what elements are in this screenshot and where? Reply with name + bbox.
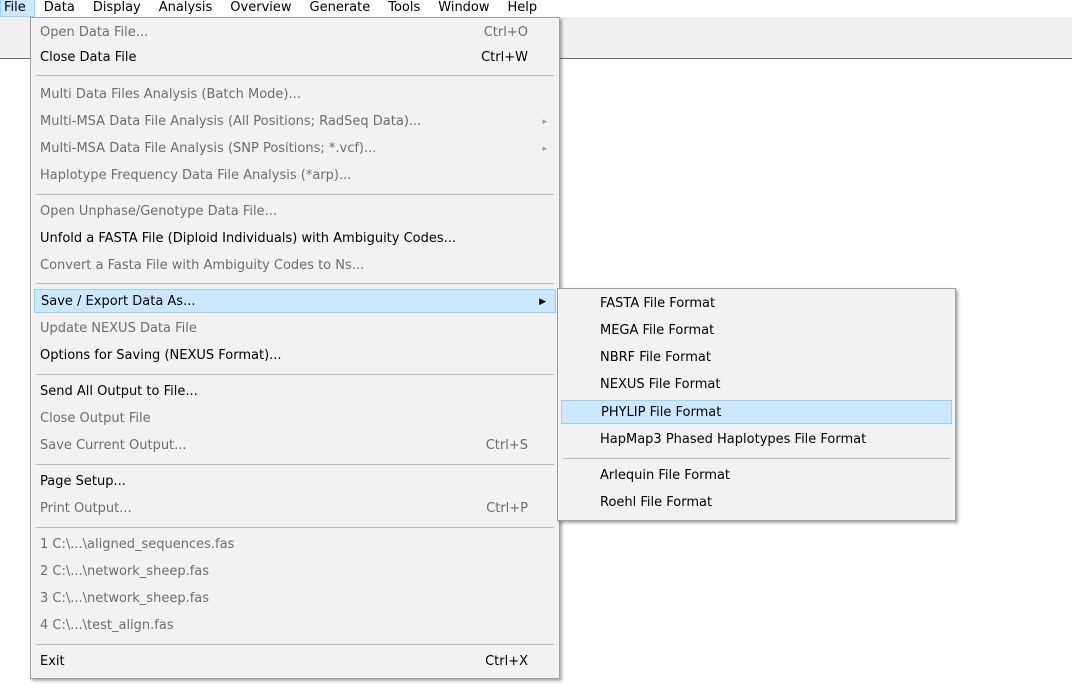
multi-msa-all-label: Multi-MSA Data File Analysis (All Positi… xyxy=(40,114,422,129)
print-output-label: Print Output... xyxy=(40,501,132,516)
save-current-output-label: Save Current Output... xyxy=(40,438,187,453)
export-hapmap3-item[interactable]: HapMap3 Phased Haplotypes File Format xyxy=(561,428,952,452)
menu-tools[interactable]: Tools xyxy=(379,0,429,17)
update-nexus-label: Update NEXUS Data File xyxy=(40,321,197,336)
open-unphase-label: Open Unphase/Genotype Data File... xyxy=(40,204,277,219)
menu-separator xyxy=(36,194,554,195)
menu-separator xyxy=(36,75,554,76)
save-export-label: Save / Export Data As... xyxy=(41,294,196,309)
open-data-file-item[interactable]: Open Data File... Ctrl+O xyxy=(34,21,556,45)
menu-analysis[interactable]: Analysis xyxy=(150,0,222,17)
recent-file-item[interactable]: 3 C:\...\network_sheep.fas xyxy=(34,587,556,611)
convert-fasta-item[interactable]: Convert a Fasta File with Ambiguity Code… xyxy=(34,254,556,278)
recent-file-label: 1 C:\...\aligned_sequences.fas xyxy=(40,537,235,552)
export-mega-item[interactable]: MEGA File Format xyxy=(561,319,952,343)
menu-separator xyxy=(36,283,554,284)
menu-help[interactable]: Help xyxy=(499,0,547,17)
export-submenu: FASTA File Format MEGA File Format NBRF … xyxy=(557,288,956,521)
options-saving-item[interactable]: Options for Saving (NEXUS Format)... xyxy=(34,344,556,368)
multi-msa-snp-item[interactable]: Multi-MSA Data File Analysis (SNP Positi… xyxy=(34,137,556,161)
menu-generate[interactable]: Generate xyxy=(301,0,380,17)
file-menu-dropdown: Open Data File... Ctrl+O Close Data File… xyxy=(30,17,560,679)
unfold-fasta-item[interactable]: Unfold a FASTA File (Diploid Individuals… xyxy=(34,227,556,251)
multi-msa-all-item[interactable]: Multi-MSA Data File Analysis (All Positi… xyxy=(34,110,556,134)
menu-window[interactable]: Window xyxy=(429,0,498,17)
save-current-output-item[interactable]: Save Current Output... Ctrl+S xyxy=(34,434,556,458)
options-saving-label: Options for Saving (NEXUS Format)... xyxy=(40,348,282,363)
menu-separator xyxy=(563,458,950,459)
multi-data-files-item[interactable]: Multi Data Files Analysis (Batch Mode)..… xyxy=(34,83,556,107)
print-output-item[interactable]: Print Output... Ctrl+P xyxy=(34,497,556,521)
export-roehl-label: Roehl File Format xyxy=(600,495,713,510)
export-nexus-label: NEXUS File Format xyxy=(600,377,721,392)
export-arlequin-item[interactable]: Arlequin File Format xyxy=(561,464,952,488)
open-unphase-item[interactable]: Open Unphase/Genotype Data File... xyxy=(34,200,556,224)
submenu-arrow-icon: ▶ xyxy=(539,297,546,307)
menu-overview[interactable]: Overview xyxy=(221,0,300,17)
open-data-file-label: Open Data File... xyxy=(40,25,149,40)
send-output-item[interactable]: Send All Output to File... xyxy=(34,380,556,404)
menu-data[interactable]: Data xyxy=(35,0,84,17)
export-fasta-item[interactable]: FASTA File Format xyxy=(561,292,952,316)
menu-file[interactable]: File xyxy=(0,0,35,17)
exit-label: Exit xyxy=(40,654,65,669)
export-hapmap3-label: HapMap3 Phased Haplotypes File Format xyxy=(600,432,867,447)
update-nexus-item[interactable]: Update NEXUS Data File xyxy=(34,317,556,341)
close-data-file-item[interactable]: Close Data File Ctrl+W xyxy=(34,46,556,70)
export-nexus-item[interactable]: NEXUS File Format xyxy=(561,373,952,397)
unfold-fasta-label: Unfold a FASTA File (Diploid Individuals… xyxy=(40,231,457,246)
haplotype-freq-label: Haplotype Frequency Data File Analysis (… xyxy=(40,168,352,183)
export-fasta-label: FASTA File Format xyxy=(600,296,716,311)
menu-display[interactable]: Display xyxy=(84,0,150,17)
submenu-arrow-icon: ▸ xyxy=(542,144,547,154)
export-mega-label: MEGA File Format xyxy=(600,323,715,338)
menu-bar: File Data Display Analysis Overview Gene… xyxy=(0,0,1072,17)
save-current-output-shortcut: Ctrl+S xyxy=(485,438,528,453)
export-roehl-item[interactable]: Roehl File Format xyxy=(561,491,952,515)
page-setup-item[interactable]: Page Setup... xyxy=(34,470,556,494)
menu-separator xyxy=(36,464,554,465)
submenu-arrow-icon: ▸ xyxy=(542,117,547,127)
page-setup-label: Page Setup... xyxy=(40,474,126,489)
haplotype-freq-item[interactable]: Haplotype Frequency Data File Analysis (… xyxy=(34,164,556,188)
convert-fasta-label: Convert a Fasta File with Ambiguity Code… xyxy=(40,258,365,273)
menu-separator xyxy=(36,374,554,375)
menu-separator xyxy=(36,644,554,645)
close-output-label: Close Output File xyxy=(40,411,151,426)
recent-file-item[interactable]: 2 C:\...\network_sheep.fas xyxy=(34,560,556,584)
recent-file-item[interactable]: 4 C:\...\test_align.fas xyxy=(34,614,556,638)
recent-file-label: 3 C:\...\network_sheep.fas xyxy=(40,591,210,606)
exit-item[interactable]: Exit Ctrl+X xyxy=(34,650,556,674)
recent-file-label: 4 C:\...\test_align.fas xyxy=(40,618,174,633)
close-data-file-shortcut: Ctrl+W xyxy=(481,50,528,65)
open-data-file-shortcut: Ctrl+O xyxy=(483,25,528,40)
save-export-item[interactable]: Save / Export Data As... ▶ xyxy=(34,289,556,313)
export-phylip-label: PHYLIP File Format xyxy=(601,405,722,420)
close-data-file-label: Close Data File xyxy=(40,50,137,65)
send-output-label: Send All Output to File... xyxy=(40,384,198,399)
menu-separator xyxy=(36,527,554,528)
exit-shortcut: Ctrl+X xyxy=(485,654,528,669)
close-output-item[interactable]: Close Output File xyxy=(34,407,556,431)
export-arlequin-label: Arlequin File Format xyxy=(600,468,731,483)
print-output-shortcut: Ctrl+P xyxy=(486,501,528,516)
export-phylip-item[interactable]: PHYLIP File Format xyxy=(561,400,952,424)
multi-msa-snp-label: Multi-MSA Data File Analysis (SNP Positi… xyxy=(40,141,377,156)
export-nbrf-item[interactable]: NBRF File Format xyxy=(561,346,952,370)
export-nbrf-label: NBRF File Format xyxy=(600,350,711,365)
recent-file-item[interactable]: 1 C:\...\aligned_sequences.fas xyxy=(34,533,556,557)
multi-data-files-label: Multi Data Files Analysis (Batch Mode)..… xyxy=(40,87,301,102)
recent-file-label: 2 C:\...\network_sheep.fas xyxy=(40,564,210,579)
